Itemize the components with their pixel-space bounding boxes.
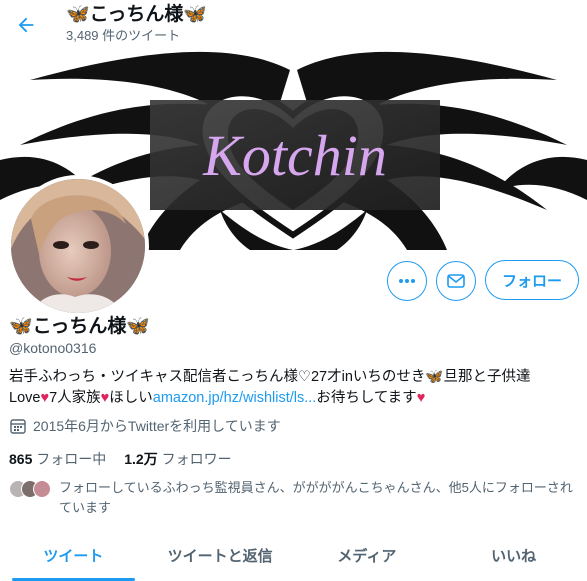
more-options-button[interactable]: [387, 261, 427, 301]
top-bar: 🦋 こっちん様 🦋 3,489 件のツイート: [0, 0, 587, 50]
bio-text: 岩手ふわっち・ツイキャス配信者こっちん様♡27才inいちのせき: [9, 369, 426, 385]
back-button[interactable]: [8, 7, 44, 43]
follower-avatars: [9, 480, 55, 498]
bio-text: 旦那と子供達: [443, 369, 531, 385]
heart-icon: ♥: [100, 390, 110, 406]
heart-icon: ♥: [40, 390, 50, 406]
bio-text: ほしい: [109, 390, 153, 406]
followed-by[interactable]: フォローしているふわっち監視員さん、ががががんこちゃんさん、他5人にフォローされ…: [9, 478, 584, 518]
butterfly-icon: 🦋: [66, 4, 90, 25]
following-count: 865: [9, 451, 33, 467]
tweet-count: 3,489 件のツイート: [66, 28, 181, 43]
profile-handle: @kotono0316: [9, 340, 97, 356]
butterfly-icon: 🦋: [9, 316, 33, 337]
tab-likes[interactable]: いいね: [440, 530, 587, 581]
avatar: [33, 480, 51, 498]
follow-button[interactable]: フォロー: [485, 260, 579, 300]
butterfly-icon: 🦋: [126, 316, 151, 337]
avatar-photo: [11, 179, 145, 313]
profile-bio: 岩手ふわっち・ツイキャス配信者こっちん様♡27才inいちのせき🦋旦那と子供達 L…: [9, 367, 584, 409]
banner-text: Kotchin: [202, 123, 387, 188]
followed-by-text: フォローしているふわっち監視員さん、ががががんこちゃんさん、他5人にフォローされ…: [59, 480, 573, 515]
following-label: フォロー中: [36, 451, 107, 467]
butterfly-icon: 🦋: [425, 369, 444, 385]
bio-text: 7人家族: [49, 390, 101, 406]
joined-text: 2015年6月からTwitterを利用しています: [33, 418, 281, 434]
header-title: 🦋 こっちん様 🦋: [66, 3, 207, 27]
joined-date: 2015年6月からTwitterを利用しています: [9, 416, 281, 436]
header-name: こっちん様: [89, 4, 184, 25]
butterfly-icon: 🦋: [183, 4, 208, 25]
bio-text: Love: [9, 390, 41, 406]
wishlist-link[interactable]: amazon.jp/hz/wishlist/ls...: [153, 390, 317, 406]
followers-stat[interactable]: 1.2万 フォロワー: [124, 449, 231, 469]
followers-label: フォロワー: [161, 451, 232, 467]
heart-icon: ♥: [416, 390, 426, 406]
profile-avatar[interactable]: [7, 175, 149, 317]
profile-name: 🦋 こっちん様 🦋: [9, 315, 150, 339]
envelope-icon: [447, 274, 465, 288]
bio-text: お待ちしてます: [316, 390, 417, 406]
tab-tweets[interactable]: ツイート: [0, 530, 147, 581]
calendar-icon: [10, 419, 26, 434]
arrow-left-icon: [18, 17, 34, 33]
display-name: こっちん様: [32, 316, 127, 337]
profile-tabs: ツイート ツイートと返信 メディア いいね: [0, 530, 587, 581]
ellipsis-icon: [399, 279, 415, 283]
tab-media[interactable]: メディア: [294, 530, 441, 581]
following-stat[interactable]: 865 フォロー中: [9, 449, 106, 469]
message-button[interactable]: [436, 261, 476, 301]
followers-count: 1.2万: [124, 451, 158, 467]
tab-tweets-and-replies[interactable]: ツイートと返信: [147, 530, 294, 581]
follow-stats: 865 フォロー中 1.2万 フォロワー: [9, 449, 232, 469]
